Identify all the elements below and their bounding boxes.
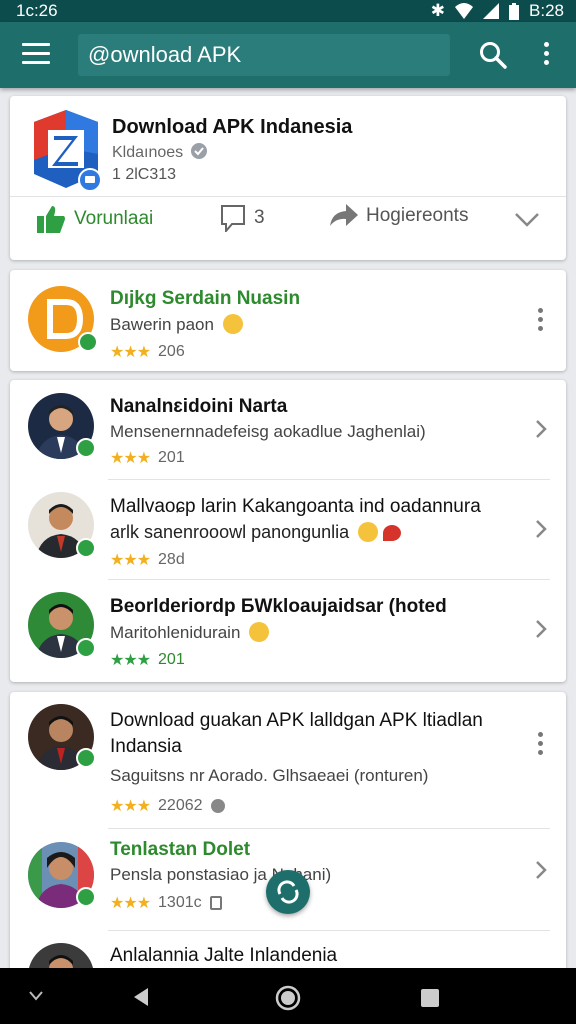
list-item-subtitle: Maritohlenidurain	[110, 622, 270, 643]
emoji-icon	[222, 314, 243, 334]
more-options-icon[interactable]	[536, 732, 544, 758]
star-rating-icon: ★★★	[110, 552, 151, 569]
verified-badge-icon	[76, 438, 96, 458]
status-bar: 1ᴄ:26 ✱ B:28	[0, 0, 576, 22]
verified-badge-icon	[76, 887, 96, 907]
star-rating-icon: ★★★	[110, 798, 151, 815]
list-item-rating: ★★★ 201	[110, 651, 185, 669]
app-info-card: Download APK Indanesia Kldaınoes 1 2lC31…	[10, 96, 566, 260]
list-item-rating: ★★★ 1301ᴄ	[110, 893, 222, 913]
list-item-subtitle: Saguitsns nr Aorado. Glhsaeaei (ronturen…	[110, 766, 429, 785]
list-item-title: Beorlderiordp БWkloaujaidsar (hoted	[110, 596, 447, 617]
featured-subtitle: Bawerin paon	[110, 314, 243, 335]
list-item-title-line2: Indansia	[110, 736, 182, 757]
app-developer: Kldaınoes	[112, 142, 208, 162]
battery-icon	[509, 2, 520, 20]
verified-badge-icon	[76, 638, 96, 658]
list-item-title: Download guakan APK lalldgan APK ltiadla…	[110, 710, 483, 731]
star-rating-icon: ★★★	[110, 450, 151, 467]
divider	[10, 196, 566, 197]
list-item-subtitle: Mensenernnadefeisg aokadlue Jaghenlai)	[110, 422, 426, 441]
search-input[interactable]	[78, 34, 450, 76]
verified-badge-icon	[76, 538, 96, 558]
list-item-title-line2: arlk sanenrooowl panongunlia	[110, 522, 402, 543]
bluetooth-icon: ✱	[430, 1, 446, 20]
star-rating-icon: ★★★	[110, 344, 151, 361]
chevron-right-icon	[536, 620, 547, 638]
list-item-title: Anlalannia Jalte Inlandenia	[110, 945, 338, 966]
tag-icon	[210, 799, 225, 813]
status-time-right: B:28	[529, 1, 564, 20]
chevron-down-icon[interactable]	[514, 212, 540, 228]
refresh-icon	[277, 880, 299, 904]
app-bar	[0, 22, 576, 88]
thumbs-up-icon	[37, 206, 65, 233]
like-button[interactable]: Vorunlaai	[36, 204, 153, 234]
download-count: 1 2lC313	[112, 166, 177, 183]
featured-card[interactable]: Dıjkg Serdain Nuasin Bawerin paon ★★★ 20…	[10, 270, 566, 371]
more-options-icon[interactable]	[540, 42, 552, 70]
pepper-icon	[383, 525, 402, 541]
results-list-card: Nanalnɛidoini Narta Mensenernnadefeisg a…	[10, 380, 566, 682]
status-time: 1ᴄ:26	[16, 1, 58, 20]
list-item-title: Tenlastan Dolet	[110, 839, 251, 860]
wifi-icon	[455, 3, 474, 19]
list-item-title: Mallvaoɕp larin Kakangoanta ind oadannur…	[110, 496, 481, 517]
chevron-right-icon	[536, 520, 547, 538]
chevron-right-icon	[536, 861, 547, 879]
status-icons: ✱ B:28	[431, 1, 564, 21]
star-rating-icon: ★★★	[110, 652, 151, 669]
results-list-card-2: Download guakan APK lalldgan APK ltiadla…	[10, 692, 566, 982]
search-box[interactable]	[78, 34, 450, 76]
refresh-fab[interactable]	[266, 870, 310, 914]
signal-icon	[483, 3, 500, 19]
app-title: Download APK Indanesia	[112, 116, 353, 138]
list-item[interactable]: Download guakan APK lalldgan APK ltiadla…	[10, 692, 566, 826]
featured-rating: ★★★ 206	[110, 343, 185, 361]
list-item-rating: ★★★ 28d	[110, 551, 185, 569]
app-logo	[34, 110, 102, 190]
verified-badge-icon	[76, 748, 96, 768]
document-icon	[209, 896, 222, 910]
search-icon[interactable]	[478, 40, 508, 70]
list-item-rating: ★★★ 201	[110, 449, 185, 467]
list-item-rating: ★★★ 22062	[110, 796, 225, 816]
star-rating-icon: ★★★	[110, 895, 151, 912]
recents-icon[interactable]	[420, 988, 440, 1008]
featured-title: Dıjkg Serdain Nuasin	[110, 288, 301, 309]
comment-button[interactable]: 3	[220, 204, 265, 232]
share-arrow-icon	[330, 204, 358, 226]
verified-badge-icon	[78, 332, 98, 352]
chevron-right-icon	[536, 420, 547, 438]
list-item[interactable]: Nanalnɛidoini Narta Mensenernnadefeisg a…	[10, 380, 566, 478]
system-nav-bar	[0, 968, 576, 1024]
comment-icon	[221, 205, 245, 232]
back-icon[interactable]	[130, 986, 152, 1008]
more-options-icon[interactable]	[536, 308, 544, 334]
emoji-icon	[358, 522, 379, 542]
list-item-title: Nanalnɛidoini Narta	[110, 396, 288, 417]
share-button[interactable]: Hogiereonts	[330, 204, 468, 228]
menu-icon[interactable]	[22, 43, 50, 67]
home-icon[interactable]	[275, 985, 301, 1011]
emoji-icon	[249, 622, 270, 642]
list-item[interactable]: Beorlderiordp БWkloaujaidsar (hoted Mari…	[10, 580, 566, 680]
keyboard-hide-icon[interactable]	[28, 990, 44, 1002]
list-item[interactable]: Mallvaoɕp larin Kakangoanta ind oadannur…	[10, 480, 566, 578]
verified-icon	[190, 143, 207, 159]
